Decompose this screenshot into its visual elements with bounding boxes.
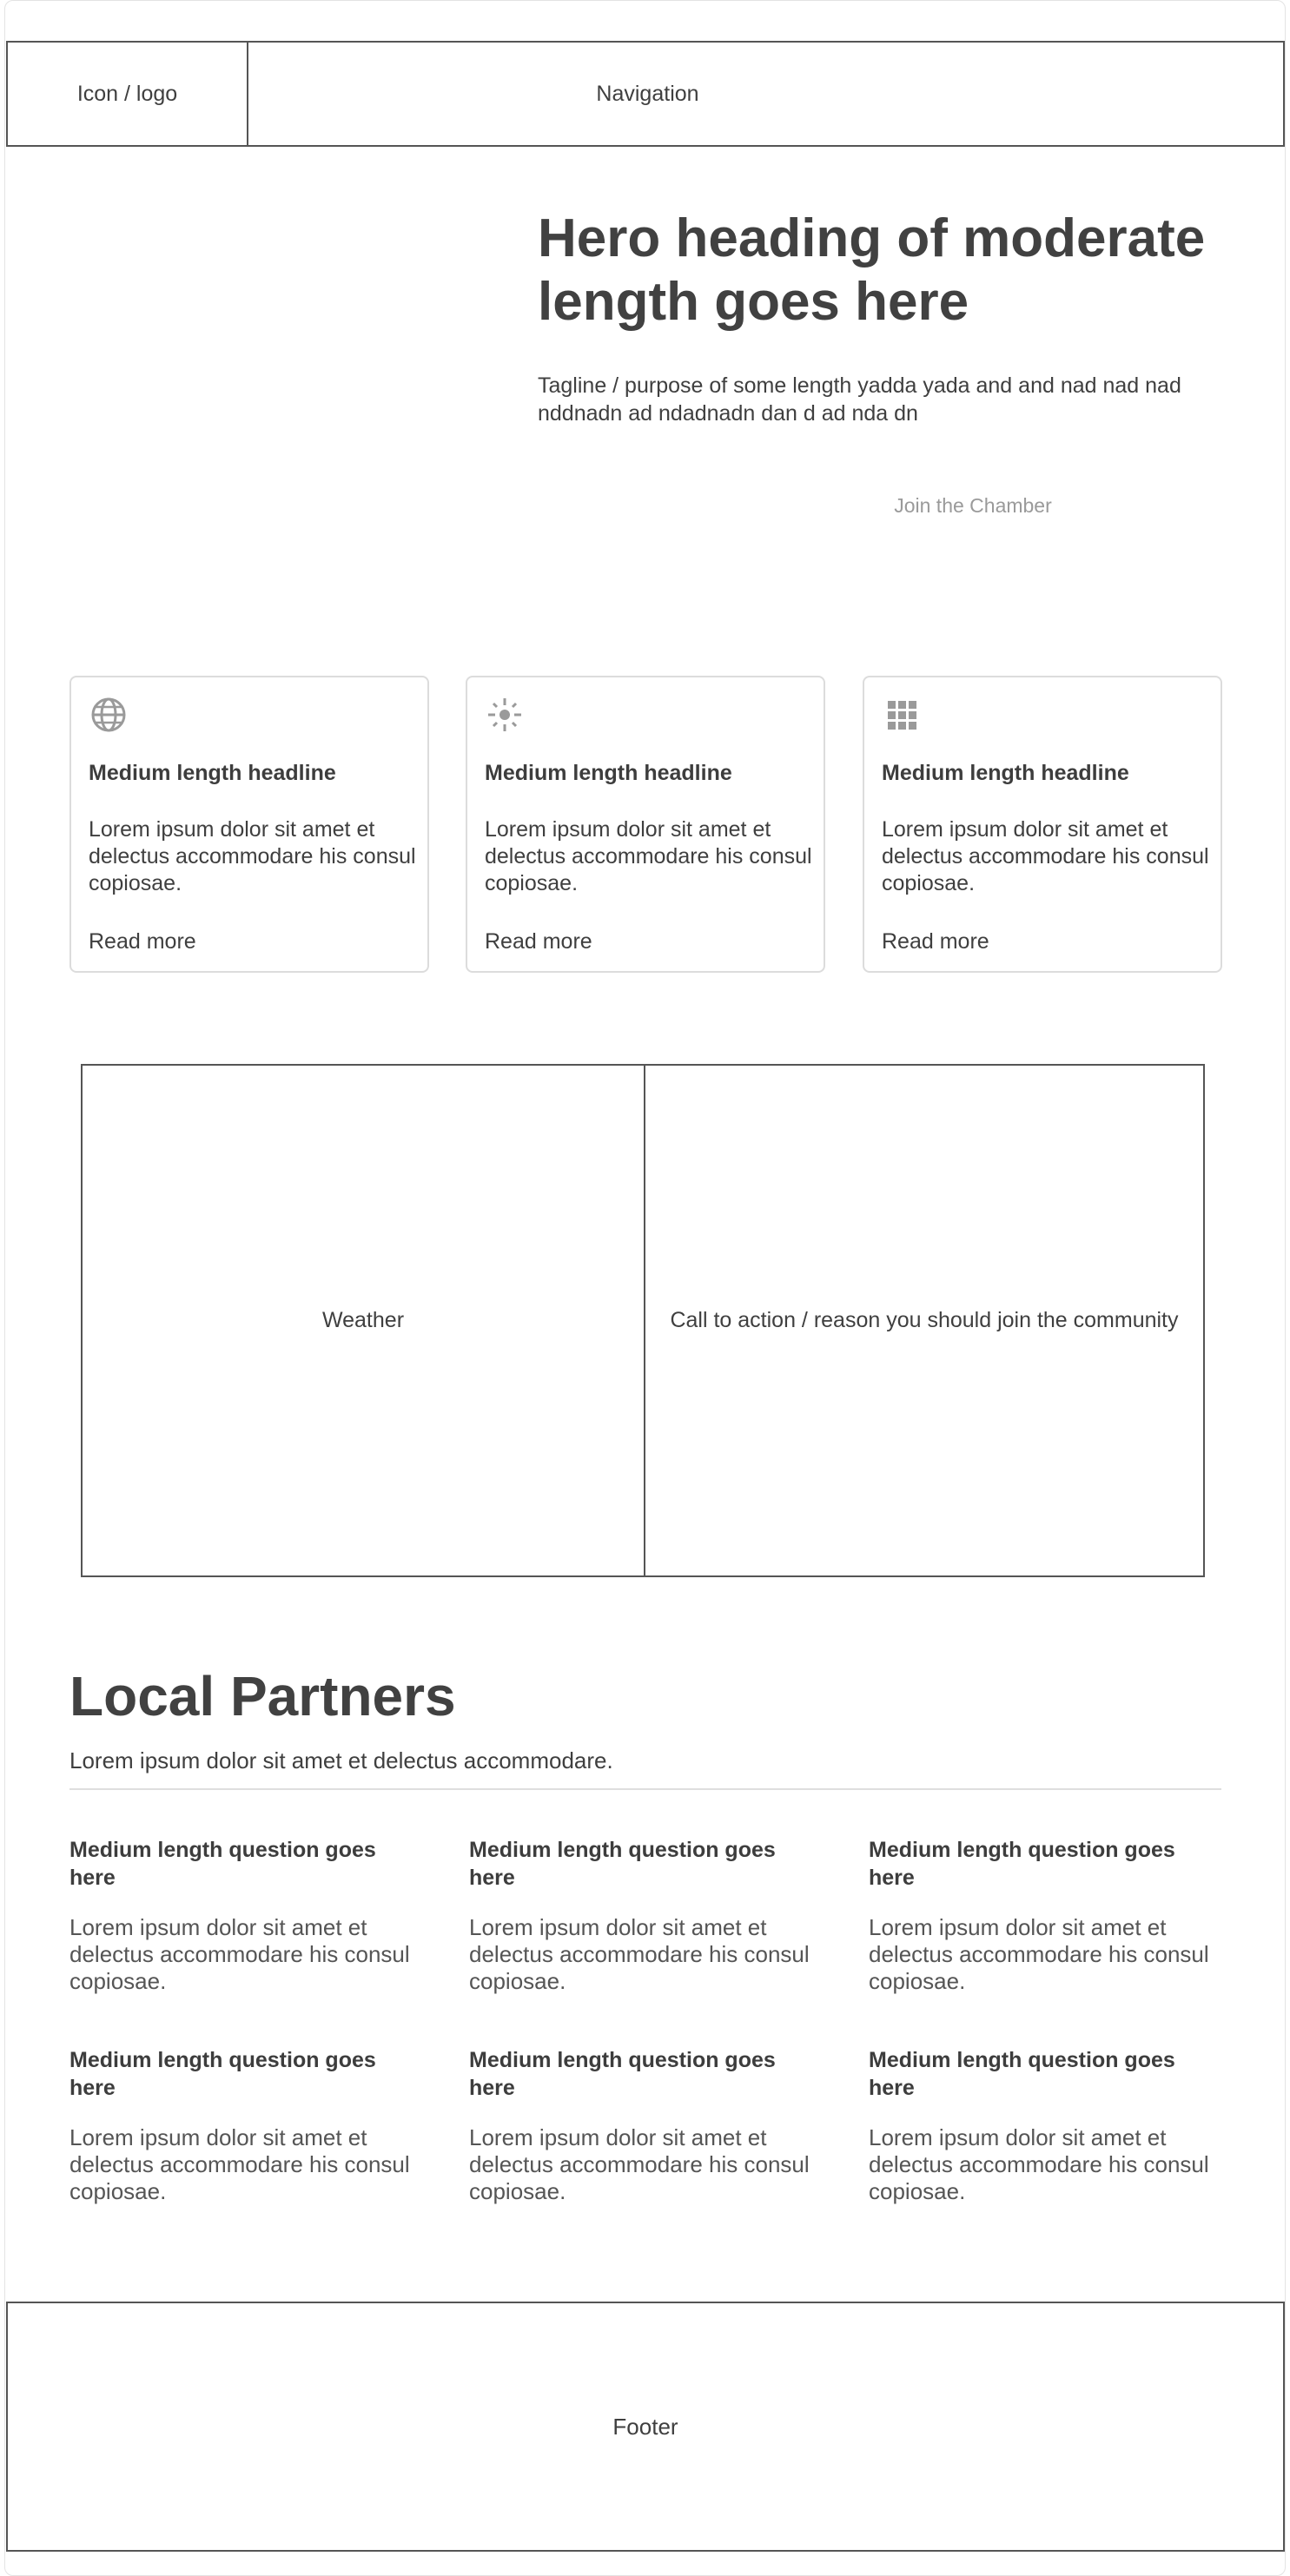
join-chamber-button[interactable]: Join the Chamber xyxy=(834,479,1112,532)
cta-label: Call to action / reason you should join … xyxy=(670,1308,1179,1332)
partner-question: Medium length question goes here xyxy=(869,2048,1175,2100)
partner-question: Medium length question goes here xyxy=(69,1838,376,1890)
navigation-label: Navigation xyxy=(596,81,699,106)
card-body: Lorem ipsum dolor sit amet et delectus a… xyxy=(882,817,1209,895)
site-header: Icon / logo Navigation xyxy=(6,41,1285,147)
read-more-link[interactable]: Read more xyxy=(89,929,196,954)
partner-answer: Lorem ipsum dolor sit amet et delectus a… xyxy=(869,1914,1209,1994)
card-headline: Medium length headline xyxy=(882,761,1129,785)
partners-subtitle: Lorem ipsum dolor sit amet et delectus a… xyxy=(69,1747,613,1773)
feature-card: Medium length headline Lorem ipsum dolor… xyxy=(466,676,825,973)
partner-answer: Lorem ipsum dolor sit amet et delectus a… xyxy=(69,1914,410,1994)
partner-item: Medium length question goes here Lorem i… xyxy=(469,2046,825,2205)
partner-item: Medium length question goes here Lorem i… xyxy=(69,2046,426,2205)
partner-answer: Lorem ipsum dolor sit amet et delectus a… xyxy=(69,2124,410,2204)
partner-question: Medium length question goes here xyxy=(469,2048,776,2100)
join-chamber-label: Join the Chamber xyxy=(894,493,1052,517)
hero-heading: Hero heading of moderate length goes her… xyxy=(538,208,1206,332)
partner-answer: Lorem ipsum dolor sit amet et delectus a… xyxy=(469,1914,810,1994)
site-footer: Footer xyxy=(6,2302,1285,2552)
read-more-link[interactable]: Read more xyxy=(882,929,989,954)
weather-cta-section: Weather Call to action / reason you shou… xyxy=(81,1064,1205,1577)
hero-tagline: Tagline / purpose of some length yadda y… xyxy=(538,373,1181,426)
logo-label: Icon / logo xyxy=(76,81,178,106)
weather-panel: Weather xyxy=(83,1066,645,1575)
feature-card: Medium length headline Lorem ipsum dolor… xyxy=(69,676,429,973)
card-body: Lorem ipsum dolor sit amet et delectus a… xyxy=(89,817,416,895)
card-headline: Medium length headline xyxy=(89,761,336,785)
partner-question: Medium length question goes here xyxy=(469,1838,776,1890)
partner-question: Medium length question goes here xyxy=(869,1838,1175,1890)
partner-answer: Lorem ipsum dolor sit amet et delectus a… xyxy=(469,2124,810,2204)
weather-label: Weather xyxy=(321,1308,405,1332)
partner-question: Medium length question goes here xyxy=(69,2048,376,2100)
footer-label: Footer xyxy=(612,2413,678,2440)
main-navigation[interactable]: Navigation xyxy=(248,43,1047,145)
partner-item: Medium length question goes here Lorem i… xyxy=(69,1836,426,1995)
sun-icon xyxy=(488,698,521,731)
partner-item: Medium length question goes here Lorem i… xyxy=(869,1836,1225,1995)
read-more-link[interactable]: Read more xyxy=(485,929,592,954)
partner-answer: Lorem ipsum dolor sit amet et delectus a… xyxy=(869,2124,1209,2204)
card-body: Lorem ipsum dolor sit amet et delectus a… xyxy=(485,817,812,895)
partners-title: Local Partners xyxy=(69,1665,456,1727)
logo[interactable]: Icon / logo xyxy=(8,43,248,145)
globe-icon xyxy=(91,697,126,732)
join-community-cta[interactable]: Call to action / reason you should join … xyxy=(645,1066,1203,1575)
feature-card: Medium length headline Lorem ipsum dolor… xyxy=(863,676,1222,973)
grid-icon xyxy=(888,701,916,730)
partner-item: Medium length question goes here Lorem i… xyxy=(869,2046,1225,2205)
divider xyxy=(69,1788,1221,1790)
card-headline: Medium length headline xyxy=(485,761,732,785)
partner-item: Medium length question goes here Lorem i… xyxy=(469,1836,825,1995)
